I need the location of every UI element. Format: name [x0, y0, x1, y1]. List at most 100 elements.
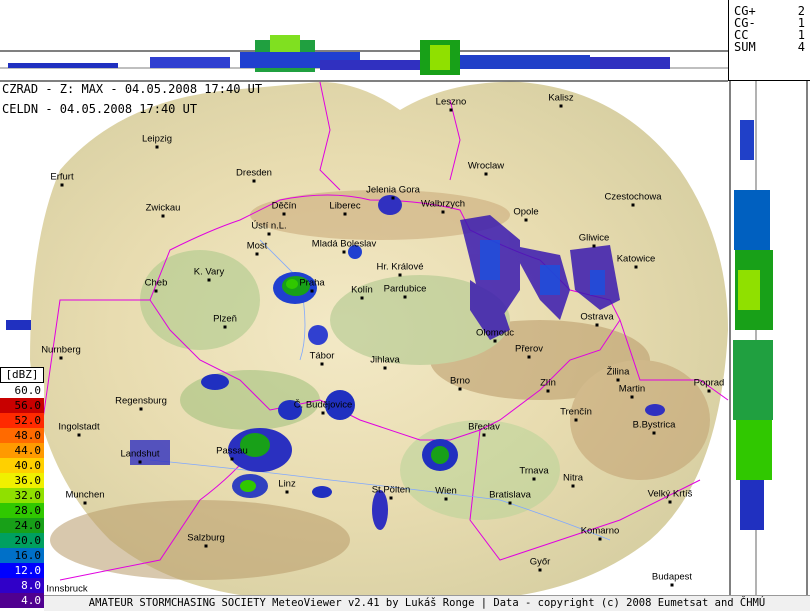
city-label: Nurnberg: [41, 344, 81, 356]
city-label: Walbrzych: [421, 198, 465, 210]
city-label: Tábor: [309, 350, 335, 362]
city-label: Liberec: [329, 200, 361, 212]
city-marker: [670, 583, 674, 587]
city-label: Budapest: [651, 571, 693, 583]
city-marker: [139, 407, 143, 411]
city-marker: [310, 289, 314, 293]
city-label: Přerov: [515, 343, 543, 355]
lightning-count-value: 4: [797, 40, 805, 54]
legend-level: 4.0: [0, 593, 44, 608]
city-marker: [398, 273, 402, 277]
legend-level: 60.0: [0, 383, 44, 398]
legend-level: 56.0: [0, 398, 44, 413]
city-marker: [59, 356, 63, 360]
city-label: Salzburg: [187, 532, 225, 544]
legend-level: 36.0: [0, 473, 44, 488]
city-marker: [320, 362, 324, 366]
city-label: Erfurt: [50, 171, 74, 183]
city-marker: [383, 366, 387, 370]
city-marker: [524, 218, 528, 222]
city-marker: [668, 500, 672, 504]
city-label: Č. Budějovice: [293, 399, 353, 411]
city-label: Linz: [278, 478, 296, 490]
city-label: Olomouc: [475, 327, 515, 339]
city-marker: [493, 339, 497, 343]
city-marker: [230, 457, 234, 461]
city-marker: [631, 203, 635, 207]
city-marker: [83, 501, 87, 505]
legend-level: 28.0: [0, 503, 44, 518]
city-label: Bratislava: [489, 489, 531, 501]
lightning-count-row: SUM 4: [729, 41, 810, 53]
city-marker: [255, 252, 259, 256]
city-label: Plzeň: [213, 313, 237, 325]
city-marker: [154, 289, 158, 293]
legend-level: 8.0: [0, 578, 44, 593]
city-label: Wroclaw: [467, 160, 505, 172]
city-marker: [207, 278, 211, 282]
legend-level: 20.0: [0, 533, 44, 548]
city-marker: [204, 544, 208, 548]
product-header: CZRAD - Z: MAX - 04.05.2008 17:40 UT: [2, 82, 263, 96]
city-marker: [616, 378, 620, 382]
city-label: Jihlava: [370, 354, 400, 366]
city-label: Győr: [529, 556, 551, 568]
legend-level: 24.0: [0, 518, 44, 533]
city-label: Mladá Boleslav: [311, 238, 377, 250]
city-label: Passau: [216, 445, 248, 457]
footer-credits: AMATEUR STORMCHASING SOCIETY MeteoViewer…: [44, 595, 810, 611]
city-marker: [571, 484, 575, 488]
city-label: Velký Krtíš: [647, 488, 693, 500]
city-marker: [403, 295, 407, 299]
city-label: Zlín: [540, 377, 556, 389]
city-label: Leszno: [435, 96, 467, 108]
legend-level: 16.0: [0, 548, 44, 563]
city-marker: [527, 355, 531, 359]
city-marker: [508, 501, 512, 505]
city-marker: [77, 433, 81, 437]
legend-level: 32.0: [0, 488, 44, 503]
city-label: Pardubice: [383, 283, 427, 295]
city-marker: [458, 387, 462, 391]
city-marker: [391, 196, 395, 200]
city-label: St.Pölten: [371, 484, 411, 496]
city-marker: [389, 496, 393, 500]
city-label: Katowice: [616, 253, 656, 265]
city-marker: [630, 395, 634, 399]
city-label: Kolín: [351, 284, 373, 296]
legend-level: 52.0: [0, 413, 44, 428]
city-marker: [343, 212, 347, 216]
city-marker: [282, 212, 286, 216]
city-label: Poprad: [693, 377, 725, 389]
city-marker: [482, 433, 486, 437]
legend-level: 40.0: [0, 458, 44, 473]
city-label: Jelenia Gora: [366, 184, 420, 196]
city-marker: [441, 210, 445, 214]
city-label: Opole: [513, 206, 539, 218]
legend-level: 44.0: [0, 443, 44, 458]
city-marker: [634, 265, 638, 269]
city-label: Gliwice: [578, 232, 610, 244]
city-label: Kalisz: [548, 92, 574, 104]
city-label: Zwickau: [145, 202, 181, 214]
city-marker: [285, 490, 289, 494]
city-label: Trnava: [519, 465, 549, 477]
city-marker: [321, 411, 325, 415]
city-label: Regensburg: [115, 395, 167, 407]
city-marker: [252, 179, 256, 183]
city-marker: [155, 145, 159, 149]
legend-level: 48.0: [0, 428, 44, 443]
lightning-count-label: SUM: [734, 40, 756, 54]
city-label: Dresden: [236, 167, 272, 179]
city-label: Hr. Králové: [376, 261, 424, 273]
city-label: Brno: [449, 375, 471, 387]
city-label: Landshut: [120, 448, 160, 460]
city-label: Innsbruck: [46, 583, 88, 595]
city-label: Czestochowa: [604, 191, 662, 203]
city-marker: [707, 389, 711, 393]
city-marker: [138, 460, 142, 464]
city-label: Munchen: [65, 489, 105, 501]
city-label: Ostrava: [580, 311, 614, 323]
city-label: Ústí n.L.: [251, 220, 287, 232]
city-label: Nitra: [562, 472, 584, 484]
